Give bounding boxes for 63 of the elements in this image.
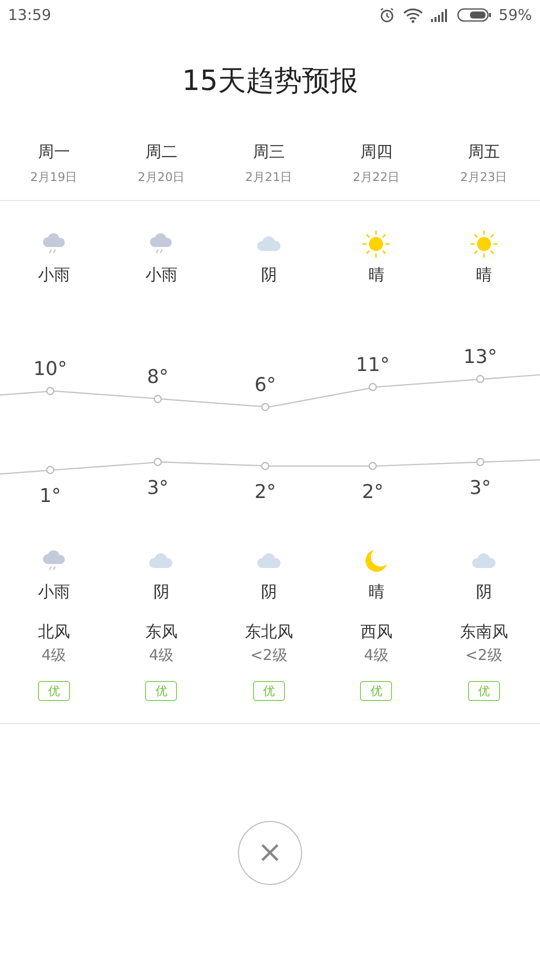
air-quality-tag: 优 [38, 680, 70, 700]
temperature-point [154, 458, 162, 466]
page-title: 15天趋势预报 [181, 64, 359, 99]
battery-icon [456, 8, 491, 22]
weather-label: 晴 [368, 581, 384, 603]
high-temperature: 6° [254, 374, 276, 396]
close-button[interactable]: × [238, 820, 302, 884]
date-label: 2月19日 [30, 169, 78, 186]
temperature-point [154, 394, 162, 404]
air-quality-tag: 优 [360, 680, 392, 700]
low-temperature: 2° [362, 481, 384, 503]
air-quality-tag: 优 [468, 680, 500, 700]
wind-direction: 东北风 [244, 621, 293, 643]
wind-direction: 东南风 [460, 621, 508, 643]
weather-label: 晴 [476, 264, 492, 286]
weather-label: 小雨 [38, 581, 70, 603]
air-quality-tag: 优 [252, 680, 285, 700]
temperature-point [261, 462, 270, 470]
low-temperature: 3° [146, 477, 169, 499]
high-temperature: 11° [356, 354, 390, 376]
status-time: 13:59 [8, 4, 52, 26]
signal-icon [430, 8, 449, 22]
weather-label: 小雨 [38, 264, 70, 286]
alarm-icon [378, 7, 395, 23]
weather-label: 小雨 [145, 264, 178, 286]
wind-level: <2级 [250, 645, 288, 666]
wind-level: <2级 [465, 645, 502, 666]
battery-percent: 59% [498, 4, 532, 26]
high-temperature: 8° [146, 366, 169, 388]
weather-label: 晴 [368, 264, 384, 286]
date-label: 2月20日 [138, 169, 185, 186]
wifi-icon [402, 8, 423, 22]
date-label: 2月23日 [460, 169, 508, 186]
weekday-label: 周三 [252, 141, 285, 163]
wind-level: 4级 [148, 645, 174, 666]
weekday-label: 周四 [360, 141, 392, 163]
low-temperature: 1° [39, 485, 62, 507]
wind-direction: 西风 [360, 621, 392, 643]
weather-label: 阴 [260, 581, 277, 603]
temperature-point [476, 458, 484, 466]
air-quality-tag: 优 [145, 680, 178, 700]
wind-level: 4级 [364, 645, 389, 666]
wind-level: 4级 [41, 645, 66, 666]
low-temperature: 3° [469, 477, 492, 499]
weather-label: 阴 [153, 581, 170, 603]
temperature-point [46, 466, 54, 474]
low-temperature: 2° [254, 481, 276, 503]
weather-label: 阴 [260, 264, 277, 286]
weekday-label: 周二 [145, 141, 178, 163]
temperature-point [368, 382, 377, 392]
temperature-point [368, 462, 377, 470]
date-label: 2月21日 [245, 169, 292, 186]
wind-direction: 北风 [38, 621, 70, 643]
temperature-point [476, 374, 484, 384]
date-label: 2月22日 [352, 169, 400, 186]
weather-label: 阴 [476, 581, 492, 603]
high-temperature: 10° [33, 358, 68, 380]
high-temperature: 13° [463, 346, 498, 368]
weekday-label: 周一 [38, 141, 70, 163]
wind-direction: 东风 [145, 621, 178, 643]
temperature-point [261, 402, 270, 412]
weekday-label: 周五 [468, 141, 500, 163]
temperature-point [46, 386, 54, 396]
